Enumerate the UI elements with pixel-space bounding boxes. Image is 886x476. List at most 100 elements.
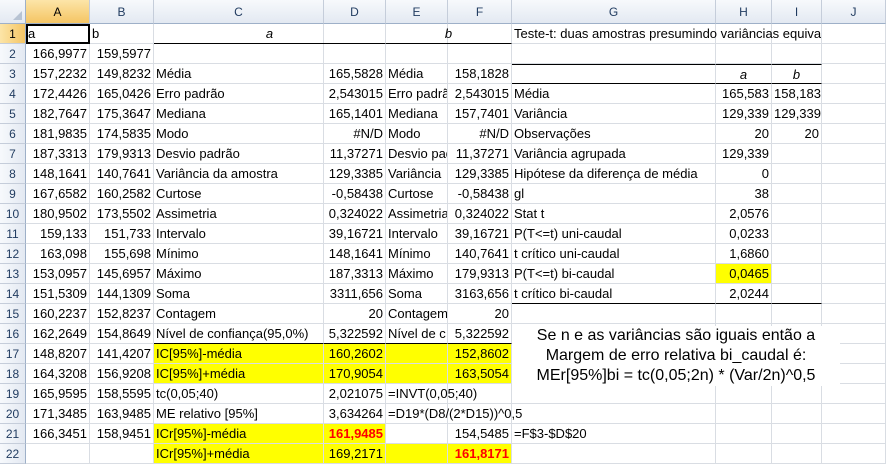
cell-d15[interactable]: 20 [324, 304, 386, 324]
cell-h12[interactable]: 1,6860 [716, 244, 772, 264]
cell-i2[interactable] [772, 44, 822, 64]
cell-b18[interactable]: 156,9208 [90, 364, 154, 384]
cell-g4[interactable]: Média [512, 84, 716, 104]
row-header-9[interactable]: 9 [0, 184, 26, 204]
cell-h10[interactable]: 2,0576 [716, 204, 772, 224]
cell-f13[interactable]: 179,9313 [448, 264, 512, 284]
cell-g6[interactable]: Observações [512, 124, 716, 144]
cell-h5[interactable]: 129,339 [716, 104, 772, 124]
cell-f15[interactable]: 20 [448, 304, 512, 324]
row-header-19[interactable]: 19 [0, 384, 26, 404]
cell-i19[interactable] [772, 384, 822, 404]
cell-b5[interactable]: 175,3647 [90, 104, 154, 124]
cell-j8[interactable] [822, 164, 886, 184]
cell-c14[interactable]: Soma [154, 284, 324, 304]
cell-c12[interactable]: Mínimo [154, 244, 324, 264]
cell-j22[interactable] [822, 444, 886, 464]
cell-b1[interactable]: b [90, 24, 154, 44]
cell-i7[interactable] [772, 144, 822, 164]
cell-f18[interactable]: 163,5054 [448, 364, 512, 384]
cell-a11[interactable]: 159,133 [26, 224, 90, 244]
cell-h9[interactable]: 38 [716, 184, 772, 204]
cell-i12[interactable] [772, 244, 822, 264]
cell-d14[interactable]: 3311,656 [324, 284, 386, 304]
cell-f5[interactable]: 157,7401 [448, 104, 512, 124]
cell-j4[interactable] [822, 84, 886, 104]
cell-a3[interactable]: 157,2232 [26, 64, 90, 84]
row-header-17[interactable]: 17 [0, 344, 26, 364]
column-header-e[interactable]: E [386, 0, 448, 24]
cell-i6[interactable]: 20 [772, 124, 822, 144]
cell-h6[interactable]: 20 [716, 124, 772, 144]
cell-d16[interactable]: 5,322592 [324, 324, 386, 344]
cell-d7[interactable]: 11,37271 [324, 144, 386, 164]
cell-e19[interactable]: =INVT(0,05;40) [386, 384, 512, 404]
row-header-15[interactable]: 15 [0, 304, 26, 324]
cell-b20[interactable]: 163,9485 [90, 404, 154, 424]
cell-g5[interactable]: Variância [512, 104, 716, 124]
cell-b16[interactable]: 154,8649 [90, 324, 154, 344]
cell-i9[interactable] [772, 184, 822, 204]
cell-i8[interactable] [772, 164, 822, 184]
cell-g9[interactable]: gl [512, 184, 716, 204]
cell-f21[interactable]: 154,5485 [448, 424, 512, 444]
cell-b19[interactable]: 158,5595 [90, 384, 154, 404]
cell-e7[interactable]: Desvio padrão [386, 144, 448, 164]
cell-i3[interactable]: b [772, 64, 822, 84]
column-header-j[interactable]: J [822, 0, 886, 24]
cell-f16[interactable]: 5,322592 [448, 324, 512, 344]
cell-c3[interactable]: Média [154, 64, 324, 84]
cell-j9[interactable] [822, 184, 886, 204]
cell-e6[interactable]: Modo [386, 124, 448, 144]
cell-j3[interactable] [822, 64, 886, 84]
cell-e4[interactable]: Erro padrão [386, 84, 448, 104]
cell-g2[interactable] [512, 44, 716, 64]
cell-a9[interactable]: 167,6582 [26, 184, 90, 204]
cell-g21[interactable]: =F$3-$D$20 [512, 424, 716, 444]
cell-a10[interactable]: 180,9502 [26, 204, 90, 224]
cell-i21[interactable] [772, 424, 822, 444]
row-header-18[interactable]: 18 [0, 364, 26, 384]
cell-b4[interactable]: 165,0426 [90, 84, 154, 104]
column-header-d[interactable]: D [324, 0, 386, 24]
cell-d21[interactable]: 161,9485 [324, 424, 386, 444]
cell-e9[interactable]: Curtose [386, 184, 448, 204]
cell-d18[interactable]: 170,9054 [324, 364, 386, 384]
cell-g14[interactable]: t crítico bi-caudal [512, 284, 716, 304]
cell-a21[interactable]: 166,3451 [26, 424, 90, 444]
cell-f6[interactable]: #N/D [448, 124, 512, 144]
cell-f8[interactable]: 129,3385 [448, 164, 512, 184]
cell-e8[interactable]: Variância [386, 164, 448, 184]
cell-a6[interactable]: 181,9835 [26, 124, 90, 144]
cell-f4[interactable]: 2,543015 [448, 84, 512, 104]
cell-e17[interactable] [386, 344, 448, 364]
cell-g3[interactable] [512, 64, 716, 84]
cell-j20[interactable] [822, 404, 886, 424]
cell-h8[interactable]: 0 [716, 164, 772, 184]
cell-b2[interactable]: 159,5977 [90, 44, 154, 64]
row-header-22[interactable]: 22 [0, 444, 26, 464]
cell-j13[interactable] [822, 264, 886, 284]
cell-i22[interactable] [772, 444, 822, 464]
row-header-4[interactable]: 4 [0, 84, 26, 104]
cell-c10[interactable]: Assimetria [154, 204, 324, 224]
cell-b15[interactable]: 152,8237 [90, 304, 154, 324]
cell-d13[interactable]: 187,3313 [324, 264, 386, 284]
row-header-5[interactable]: 5 [0, 104, 26, 124]
cell-e13[interactable]: Máximo [386, 264, 448, 284]
cell-b9[interactable]: 160,2582 [90, 184, 154, 204]
cell-h22[interactable] [716, 444, 772, 464]
row-header-10[interactable]: 10 [0, 204, 26, 224]
cell-a14[interactable]: 151,5309 [26, 284, 90, 304]
spreadsheet-grid[interactable]: A B C D E F G H I J 1 2 3 4 5 6 7 8 9 10 11 12 13 14 15 16 17 18 19 2… [0, 0, 886, 476]
cell-d2[interactable] [324, 44, 386, 64]
cell-e21[interactable] [386, 424, 448, 444]
cell-e20[interactable]: =D19*(D8/(2*D15))^0,5 [386, 404, 716, 424]
cell-b22[interactable] [90, 444, 154, 464]
cell-d3[interactable]: 165,5828 [324, 64, 386, 84]
cell-a20[interactable]: 171,3485 [26, 404, 90, 424]
cell-j5[interactable] [822, 104, 886, 124]
cell-d9[interactable]: -0,58438 [324, 184, 386, 204]
cell-e15[interactable]: Contagem [386, 304, 448, 324]
row-header-12[interactable]: 12 [0, 244, 26, 264]
